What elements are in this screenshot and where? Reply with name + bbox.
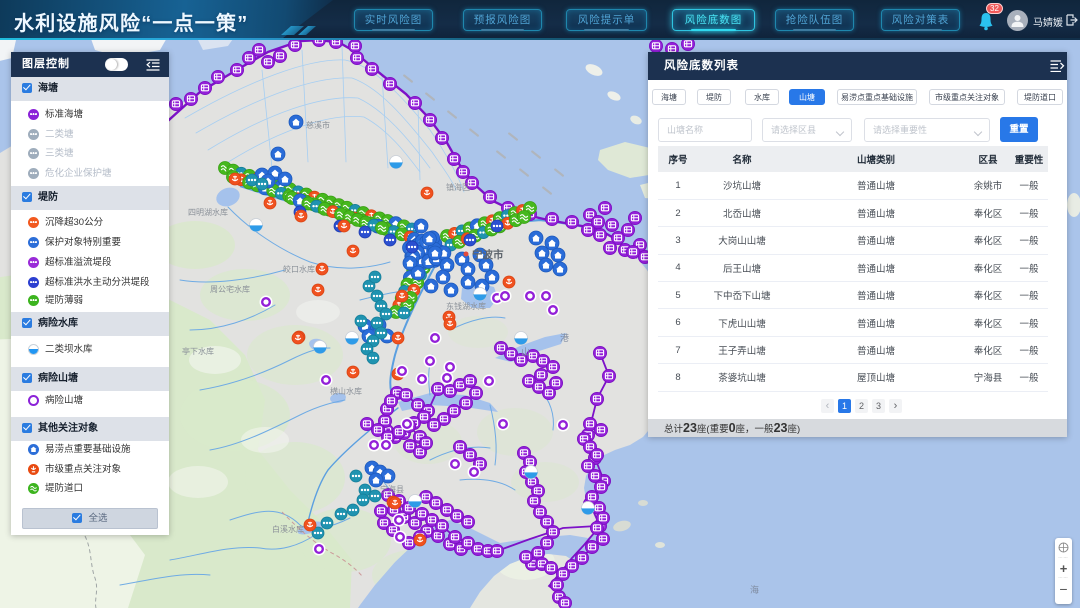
svg-text:宁海县: 宁海县 bbox=[380, 484, 404, 494]
svg-text:慈溪市: 慈溪市 bbox=[306, 120, 330, 130]
svg-text:白溪水库: 白溪水库 bbox=[272, 524, 304, 534]
svg-text:海: 海 bbox=[750, 584, 759, 595]
svg-text:亭下水库: 亭下水库 bbox=[182, 346, 214, 356]
svg-text:宁波市: 宁波市 bbox=[472, 248, 504, 261]
svg-text:镇海区: 镇海区 bbox=[446, 182, 470, 192]
svg-text:东钱湖水库: 东钱湖水库 bbox=[446, 301, 486, 311]
svg-text:横山水库: 横山水库 bbox=[330, 386, 362, 396]
svg-text:四明湖水库: 四明湖水库 bbox=[188, 207, 228, 217]
svg-text:山: 山 bbox=[521, 347, 530, 357]
svg-text:周公宅水库: 周公宅水库 bbox=[210, 284, 250, 294]
svg-text:港: 港 bbox=[560, 332, 569, 343]
svg-text:皎口水库: 皎口水库 bbox=[283, 264, 315, 274]
